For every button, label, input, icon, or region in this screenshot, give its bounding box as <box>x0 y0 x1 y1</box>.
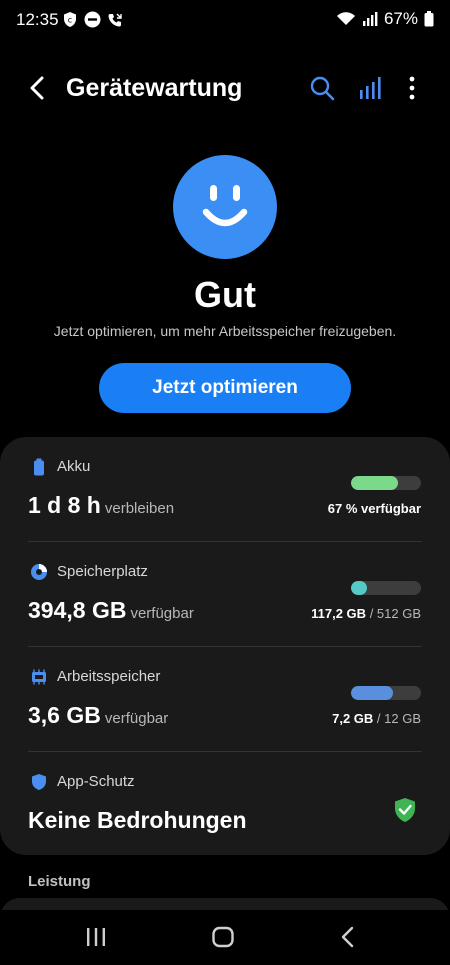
shield-icon <box>32 774 46 790</box>
memory-progress-fill <box>351 686 393 700</box>
more-vert-icon[interactable] <box>398 74 426 102</box>
storage-usage: 117,2 GB / 512 GB <box>311 606 421 621</box>
storage-unit: verfügbar <box>130 605 194 622</box>
storage-value: 394,8 GB verfügbar <box>28 597 194 624</box>
performance-header: Leistung <box>28 873 91 890</box>
storage-progress-fill <box>351 581 368 595</box>
storage-section[interactable]: Speicherplatz 394,8 GB verfügbar 117,2 GB… <box>0 542 450 646</box>
battery-value: 1 d 8 h verbleiben <box>28 492 174 519</box>
back-arrow-icon[interactable] <box>24 74 52 102</box>
status-time: 12:35 <box>16 10 59 29</box>
memory-total: / 12 GB <box>376 711 421 726</box>
memory-chip-icon <box>32 669 46 685</box>
battery-section[interactable]: Akku 1 d 8 h verbleiben 67 % verfügbar <box>0 437 450 541</box>
storage-total: / 512 GB <box>369 606 421 621</box>
battery-available: 67 % verfügbar <box>328 501 421 516</box>
memory-value: 3,6 GB verfügbar <box>28 702 168 729</box>
battery-icon <box>424 11 434 27</box>
status-bar: 12:35 c 67% <box>0 0 450 40</box>
memory-free: 3,6 GB <box>28 702 101 728</box>
do-not-disturb-icon <box>84 11 101 28</box>
battery-available-text: 67 % verfügbar <box>327 501 421 516</box>
storage-pie-icon <box>31 564 47 580</box>
memory-used: 7,2 GB <box>332 711 374 726</box>
status-title: Gut <box>194 274 256 315</box>
memory-unit: verfügbar <box>104 710 169 727</box>
memory-label: Arbeitsspeicher <box>57 668 161 685</box>
storage-free: 394,8 GB <box>28 597 127 623</box>
smiley-face-icon <box>173 155 277 259</box>
stats-icon[interactable] <box>356 74 384 102</box>
storage-used: 117,2 GB <box>311 606 367 621</box>
status-subtitle: Jetzt optimieren, um mehr Arbeitsspeiche… <box>53 323 397 339</box>
app-protection-value: Keine Bedrohungen <box>28 807 247 833</box>
storage-label: Speicherplatz <box>57 563 148 580</box>
memory-usage: 7,2 GB / 12 GB <box>332 711 421 726</box>
memory-progress-bar <box>351 686 421 700</box>
page-title: Gerätewartung <box>66 74 243 102</box>
battery-progress-fill <box>351 476 398 490</box>
navigation-bar <box>0 910 450 965</box>
battery-unit: verbleiben <box>104 500 175 517</box>
battery-icon <box>34 458 44 476</box>
wifi-icon <box>336 12 355 25</box>
recent-apps-icon[interactable] <box>84 926 108 948</box>
app-protection-section[interactable]: App-Schutz Keine Bedrohungen <box>0 752 450 856</box>
call-icon <box>108 13 122 26</box>
app-bar: Gerätewartung <box>0 62 450 114</box>
battery-percent: 67% <box>383 9 418 28</box>
memory-section[interactable]: Arbeitsspeicher 3,6 GB verfügbar 7,2 GB /… <box>0 647 450 751</box>
optimize-button[interactable]: Jetzt optimieren <box>99 363 351 413</box>
search-icon[interactable] <box>308 74 336 102</box>
home-icon[interactable] <box>211 925 235 949</box>
battery-label: Akku <box>57 458 91 475</box>
shield-check-icon <box>395 798 415 822</box>
battery-remaining: 1 d 8 h <box>28 492 101 518</box>
device-care-card: Akku 1 d 8 h verbleiben 67 % verfügbar Sp… <box>0 437 450 855</box>
shield-icon: c <box>64 12 76 27</box>
nav-back-icon[interactable] <box>338 925 358 949</box>
storage-progress-bar <box>351 581 421 595</box>
battery-progress-bar <box>351 476 421 490</box>
svg-text:c: c <box>68 16 72 25</box>
app-protection-label: App-Schutz <box>57 773 135 790</box>
signal-icon <box>362 12 378 26</box>
